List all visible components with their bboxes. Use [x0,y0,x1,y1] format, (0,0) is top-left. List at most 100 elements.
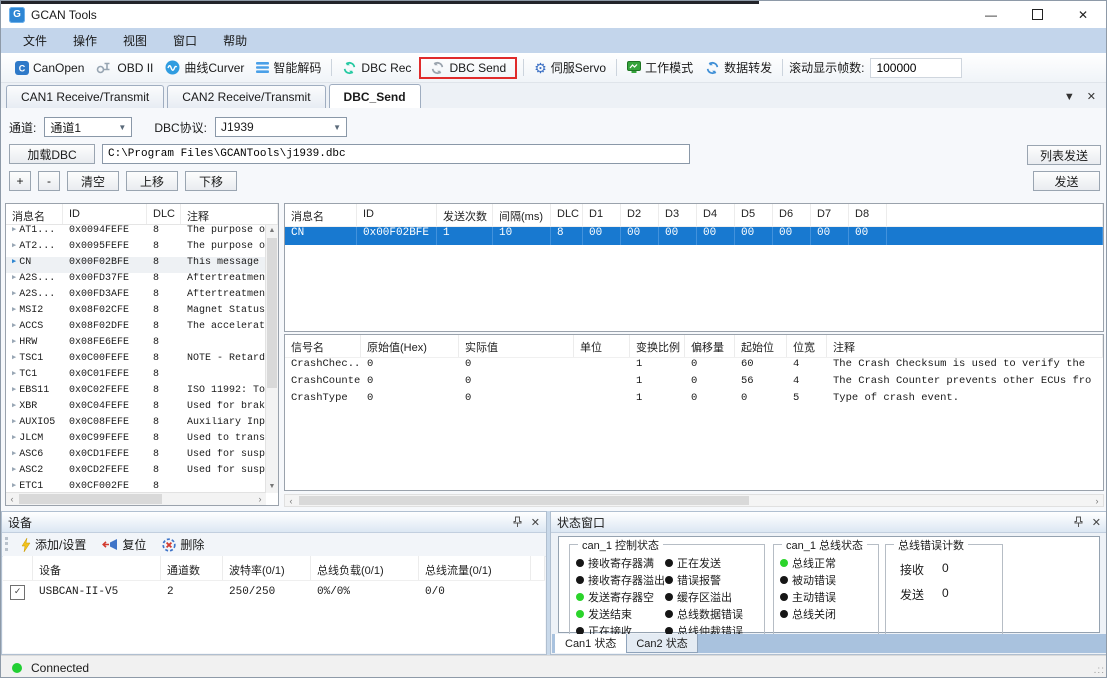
expand-arrow-icon[interactable]: ▶ [12,450,16,458]
expand-arrow-icon[interactable]: ▶ [12,386,16,394]
column-header[interactable]: D2 [621,204,659,226]
column-header[interactable]: 通道数 [161,556,223,580]
message-row[interactable]: ▶ASC20x0CD2FEFE8Used for suspens [6,465,266,481]
column-header[interactable]: D5 [735,204,773,226]
scroll-left-icon[interactable]: ‹ [285,495,297,507]
toolbar-button-dbc-rec[interactable]: DBC Rec [336,59,417,77]
column-header[interactable]: 实际值 [459,335,574,357]
expand-arrow-icon[interactable]: ▶ [12,482,16,490]
toolbar-button-smart-decode[interactable]: 智能解码 [250,57,327,78]
scroll-left-icon[interactable]: ‹ [6,493,18,505]
column-header[interactable]: D3 [659,204,697,226]
menu-item-file[interactable]: 文件 [10,32,60,49]
column-header[interactable]: 位宽 [787,335,827,357]
device-checkbox[interactable]: ✓ [10,585,25,600]
column-header[interactable]: 总线流量(0/1) [419,556,531,580]
toolbar-button-dbc-send[interactable]: DBC Send [424,59,512,77]
message-row[interactable]: ▶MSI20x08F02CFE8Magnet Status In [6,305,266,321]
frame-count-input[interactable] [870,58,962,78]
expand-arrow-icon[interactable]: ▶ [12,226,16,234]
expand-arrow-icon[interactable]: ▶ [12,402,16,410]
remove-row-button[interactable]: - [38,171,60,191]
dbc-path-input[interactable] [102,144,690,164]
column-header[interactable]: 注释 [827,335,1103,357]
toolbar-button-curve[interactable]: 曲线Curver [159,57,250,78]
expand-arrow-icon[interactable]: ▶ [12,274,16,282]
scroll-up-icon[interactable]: ▲ [266,225,278,237]
column-header[interactable]: D1 [583,204,621,226]
message-row[interactable]: ▶ASC60x0CD1FEFE8Used for suspens [6,449,266,465]
device-row[interactable]: ✓USBCAN-II-V52250/2500%/0%0/0 [3,581,545,603]
toolbar-button-canopen[interactable]: CCanOpen [9,59,90,77]
add-row-button[interactable]: + [9,171,31,191]
signal-row[interactable]: CrashType001005Type of crash event. [285,392,1103,409]
protocol-select[interactable]: J1939 ▼ [215,117,347,137]
column-header[interactable]: 偏移量 [685,335,735,357]
toolbar-button-work-mode[interactable]: 工作模式 [621,57,699,78]
menu-item-help[interactable]: 帮助 [210,32,260,49]
hscroll-thumb[interactable] [19,494,162,504]
message-row[interactable]: ▶AT1...0x0094FEFE8The purpose of t [6,225,266,241]
expand-arrow-icon[interactable]: ▶ [12,290,16,298]
load-dbc-button[interactable]: 加载DBC [9,144,95,164]
message-row[interactable]: ▶AUXIO50x0C08FEFE8Auxiliary Input/ [6,417,266,433]
column-header[interactable]: 设备 [33,556,161,580]
expand-arrow-icon[interactable]: ▶ [12,354,16,362]
menu-item-window[interactable]: 窗口 [160,32,210,49]
resize-grip[interactable]: .:: [1094,665,1105,676]
panel-close-icon[interactable]: ✕ [1092,516,1101,529]
message-row[interactable]: ▶EBS110x0C02FEFE8ISO 11992: Towin [6,385,266,401]
pin-icon[interactable] [513,516,522,528]
column-header[interactable]: D4 [697,204,735,226]
expand-arrow-icon[interactable]: ▶ [12,370,16,378]
message-row[interactable]: ▶ACCS0x08F02DFE8The acceleration [6,321,266,337]
scroll-right-icon[interactable]: › [1091,495,1103,507]
send-row[interactable]: CN0x00F02BFE11080000000000000000 [285,227,1103,245]
column-header[interactable]: D6 [773,204,811,226]
column-header[interactable]: 消息名 [285,204,357,226]
message-table-hscrollbar[interactable]: ‹ › [6,492,266,505]
tab-close-icon[interactable]: ✕ [1087,90,1096,103]
pin-icon[interactable] [1074,516,1083,528]
list-send-button[interactable]: 列表发送 [1027,145,1101,165]
column-header[interactable]: 信号名 [285,335,361,357]
scroll-right-icon[interactable]: › [254,493,266,505]
message-table-vscrollbar[interactable]: ▲ ▼ [265,225,278,493]
status-tab-can2-status[interactable]: Can2 状态 [626,634,697,653]
channel-select[interactable]: 通道1 ▼ [44,117,132,137]
column-header[interactable]: 注释 [181,204,278,224]
expand-arrow-icon[interactable]: ▶ [12,322,16,330]
close-button[interactable]: ✕ [1060,1,1106,28]
message-row[interactable]: ▶TSC10x0C00FEFE8NOTE - Retarder [6,353,266,369]
column-header[interactable]: 发送次数 [437,204,493,226]
signal-row[interactable]: CrashChec...0010604The Crash Checksum is… [285,358,1103,375]
tab-dbc-send[interactable]: DBC_Send [329,84,421,108]
tab-can2-receive-transmit[interactable]: CAN2 Receive/Transmit [167,85,325,108]
message-row[interactable]: ▶CN0x00F02BFE8This message is [6,257,266,273]
signal-row[interactable]: CrashCounter0010564The Crash Counter pre… [285,375,1103,392]
column-header[interactable]: 波特率(0/1) [223,556,311,580]
hscroll-thumb[interactable] [299,496,749,505]
device-toolbar-button-delete[interactable]: 删除 [155,536,211,553]
column-header[interactable]: DLC [147,204,181,224]
message-row[interactable]: ▶HRW0x08FE6EFE8 [6,337,266,353]
device-toolbar-button-add-setup[interactable]: 添加/设置 [14,536,93,553]
expand-arrow-icon[interactable]: ▶ [12,242,16,250]
device-toolbar-button-reset[interactable]: 复位 [95,536,153,553]
minimize-button[interactable]: — [968,1,1014,28]
column-header[interactable]: 总线负载(0/1) [311,556,419,580]
clear-button[interactable]: 清空 [67,171,119,191]
column-header[interactable]: 变换比例 [630,335,685,357]
message-row[interactable]: ▶A2S...0x00FD37FE8Aftertreatment 2 [6,273,266,289]
column-header[interactable]: ID [357,204,437,226]
expand-arrow-icon[interactable]: ▶ [12,466,16,474]
message-row[interactable]: ▶TC10x0C01FEFE8 [6,369,266,385]
signal-table-hscrollbar[interactable]: ‹ › [284,494,1104,507]
expand-arrow-icon[interactable]: ▶ [12,306,16,314]
scroll-down-icon[interactable]: ▼ [266,481,278,493]
message-row[interactable]: ▶A2S...0x00FD3AFE8Aftertreatment 2 [6,289,266,305]
column-header[interactable]: 消息名 [6,204,63,224]
message-row[interactable]: ▶JLCM0x0C99FEFE8Used to transfer [6,433,266,449]
maximize-button[interactable] [1014,1,1060,28]
column-header[interactable]: DLC [551,204,583,226]
